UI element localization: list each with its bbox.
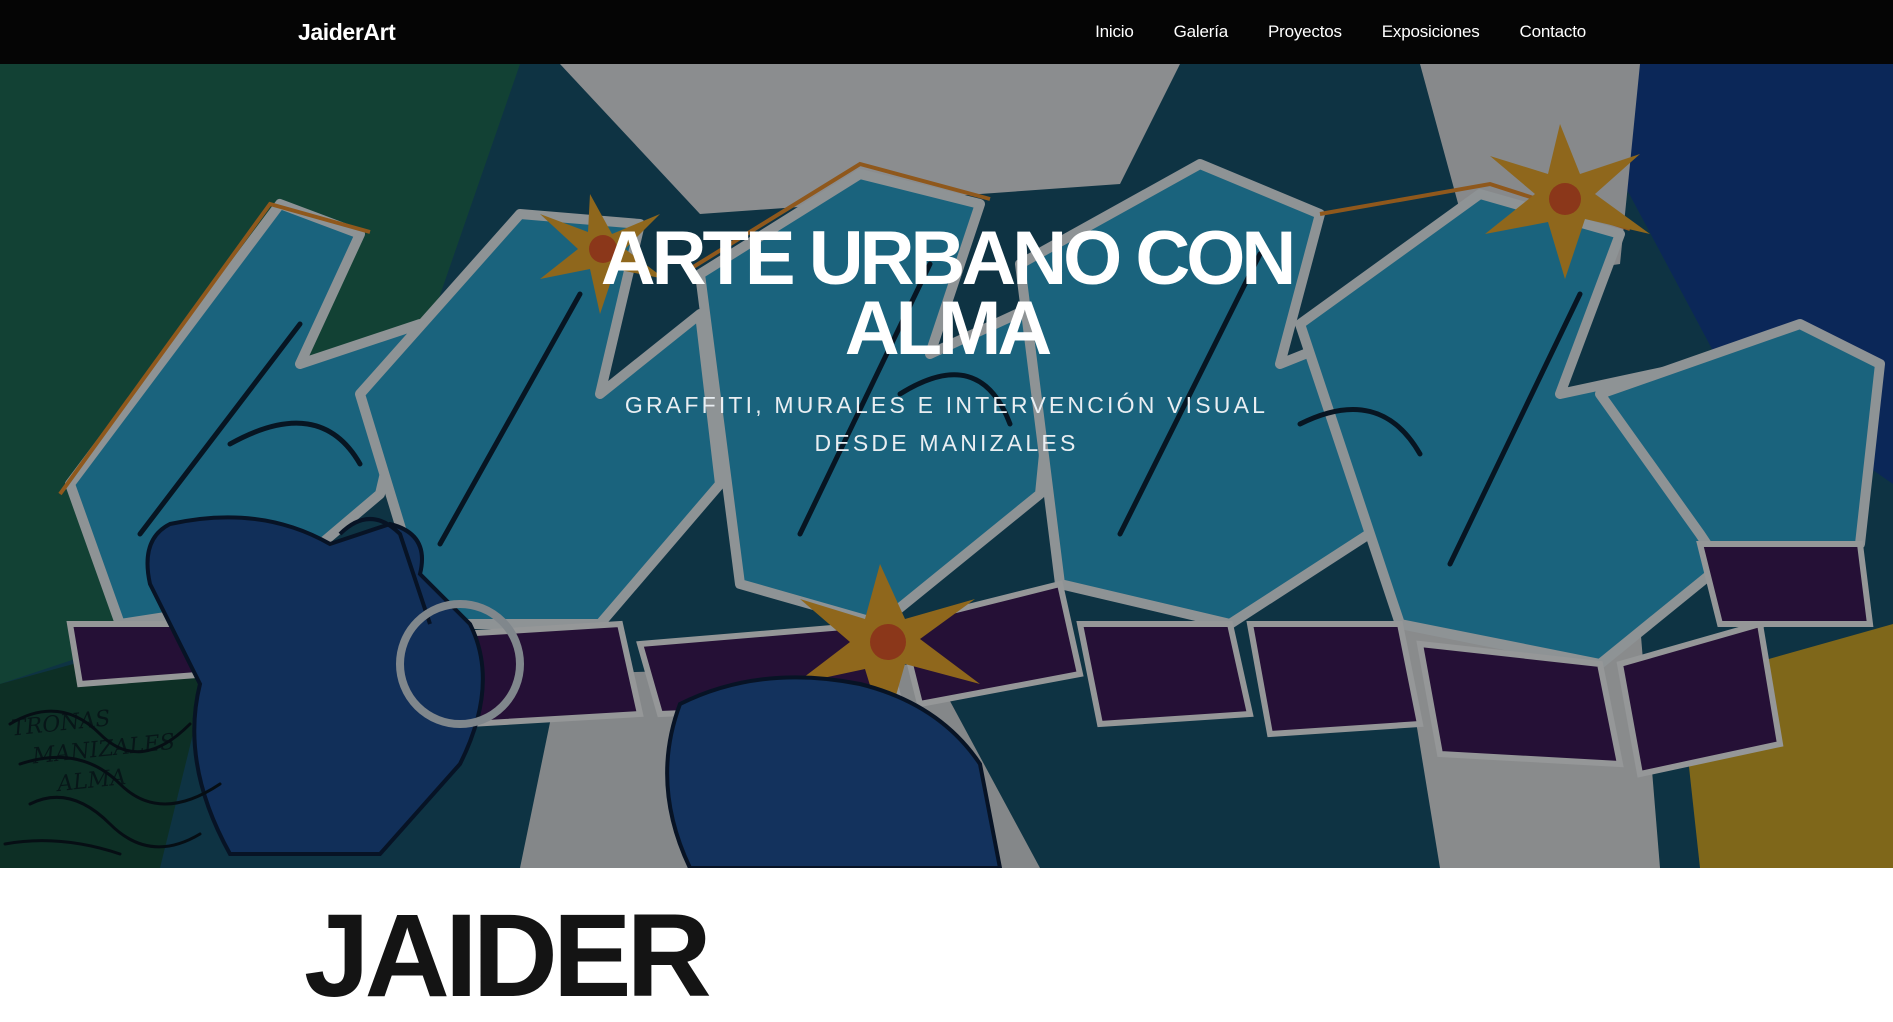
hero-dark-overlay [0,64,1893,868]
brand-logo[interactable]: JaiderArt [298,0,396,64]
nav-link-galeria[interactable]: Galería [1174,22,1229,42]
nav-link-exposiciones[interactable]: Exposiciones [1382,22,1480,42]
nav-link-inicio[interactable]: Inicio [1095,22,1134,42]
hero-subtitle: GRAFFITI, MURALES E INTERVENCIÓN VISUAL … [624,392,1269,456]
nav-link-contacto[interactable]: Contacto [1520,22,1587,42]
nav-link-proyectos[interactable]: Proyectos [1268,22,1342,42]
hero-title: ARTE URBANO CON ALMA [600,216,1297,371]
hero-content: ARTE URBANO CON ALMA GRAFFITI, MURALES E… [0,216,1893,462]
main-nav: Inicio Galería Proyectos Exposiciones Co… [1095,0,1586,64]
hero-section: TRONAS MANIZALES ALMA ARTE URBANO CON AL… [0,64,1893,868]
about-heading: JAIDER [304,890,712,1022]
top-navbar: JaiderArt Inicio Galería Proyectos Expos… [0,0,1893,64]
